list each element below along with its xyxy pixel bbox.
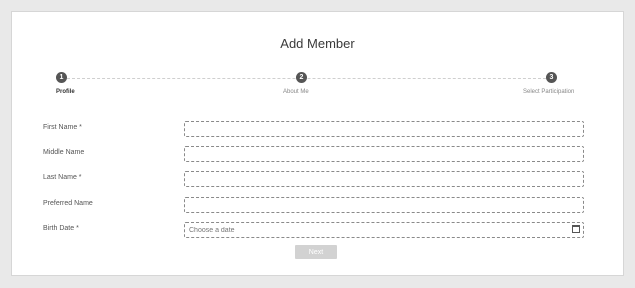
middle-name-input[interactable] [184,146,584,162]
first-name-label: First Name * [43,124,82,131]
last-name-row: Last Name * [12,171,623,189]
last-name-label: Last Name * [43,174,82,181]
middle-name-row: Middle Name [12,146,623,164]
birth-date-label: Birth Date * [43,225,79,232]
preferred-name-label: Preferred Name [43,200,93,207]
step-label: Select Participation [523,89,575,95]
add-member-card: Add Member 1 Profile 2 About Me 3 Select… [11,11,624,276]
page-title: Add Member [280,36,355,51]
preferred-name-input[interactable] [184,197,584,213]
next-button[interactable]: Next [295,245,337,259]
stepper-line [67,78,556,79]
middle-name-label: Middle Name [43,149,85,156]
step-number-icon: 2 [296,72,307,83]
preferred-name-row: Preferred Name [12,197,623,215]
step-label: Profile [56,89,75,95]
birth-date-input[interactable] [184,222,584,238]
birth-date-row: Birth Date * [12,222,623,240]
step-label: About Me [283,89,309,95]
first-name-row: First Name * [12,121,623,139]
first-name-input[interactable] [184,121,584,137]
last-name-input[interactable] [184,171,584,187]
step-number-icon: 3 [546,72,557,83]
stepper: 1 Profile 2 About Me 3 Select Participat… [12,72,623,112]
calendar-icon[interactable] [572,225,580,233]
step-number-icon: 1 [56,72,67,83]
